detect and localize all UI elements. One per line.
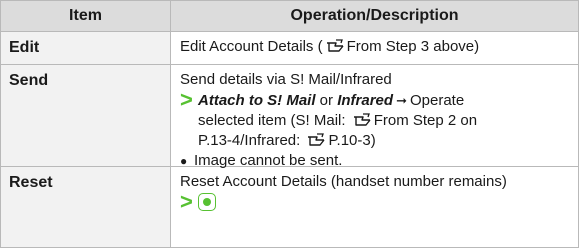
row-reset-desc: Reset Account Details (handset number re… bbox=[171, 167, 578, 247]
center-key-icon bbox=[198, 193, 216, 211]
send-option-smail: Attach to S! Mail bbox=[198, 92, 316, 109]
header-item: Item bbox=[1, 1, 171, 32]
row-send-desc: Send details via S! Mail/Infrared > Attac… bbox=[171, 65, 578, 169]
row-edit-desc: Edit Account Details ( From Step 3 above… bbox=[171, 32, 578, 65]
send-line4-b: P.10-3) bbox=[328, 132, 376, 149]
send-line1: Send details via S! Mail/Infrared bbox=[180, 71, 392, 88]
reference-hand-icon bbox=[353, 113, 371, 126]
reset-line1: Reset Account Details (handset number re… bbox=[180, 173, 507, 190]
row-reset-item: Reset bbox=[1, 167, 171, 247]
send-line3-b: From Step 2 on bbox=[373, 112, 478, 129]
send-or-text: or bbox=[315, 92, 338, 109]
reference-hand-icon bbox=[326, 39, 344, 52]
send-line3-a: selected item (S! Mail: bbox=[198, 112, 350, 129]
edit-desc-ref: From Step 3 above) bbox=[346, 38, 480, 55]
header-operation: Operation/Description bbox=[171, 1, 578, 32]
row-edit-item: Edit bbox=[1, 32, 171, 65]
row-send-item: Send bbox=[1, 65, 171, 167]
edit-desc-text: Edit Account Details ( bbox=[180, 38, 323, 55]
green-chevron-icon: > bbox=[180, 87, 193, 112]
right-arrow-icon: ➞ bbox=[396, 93, 407, 108]
send-line4-a: P.13-4/Infrared: bbox=[198, 132, 305, 149]
operations-table: Item Operation/Description Edit Edit Acc… bbox=[0, 0, 579, 248]
send-option-infrared: Infrared bbox=[337, 92, 394, 109]
send-operate-text: Operate bbox=[409, 92, 465, 109]
green-chevron-icon: > bbox=[180, 189, 193, 214]
reference-hand-icon bbox=[308, 133, 326, 146]
